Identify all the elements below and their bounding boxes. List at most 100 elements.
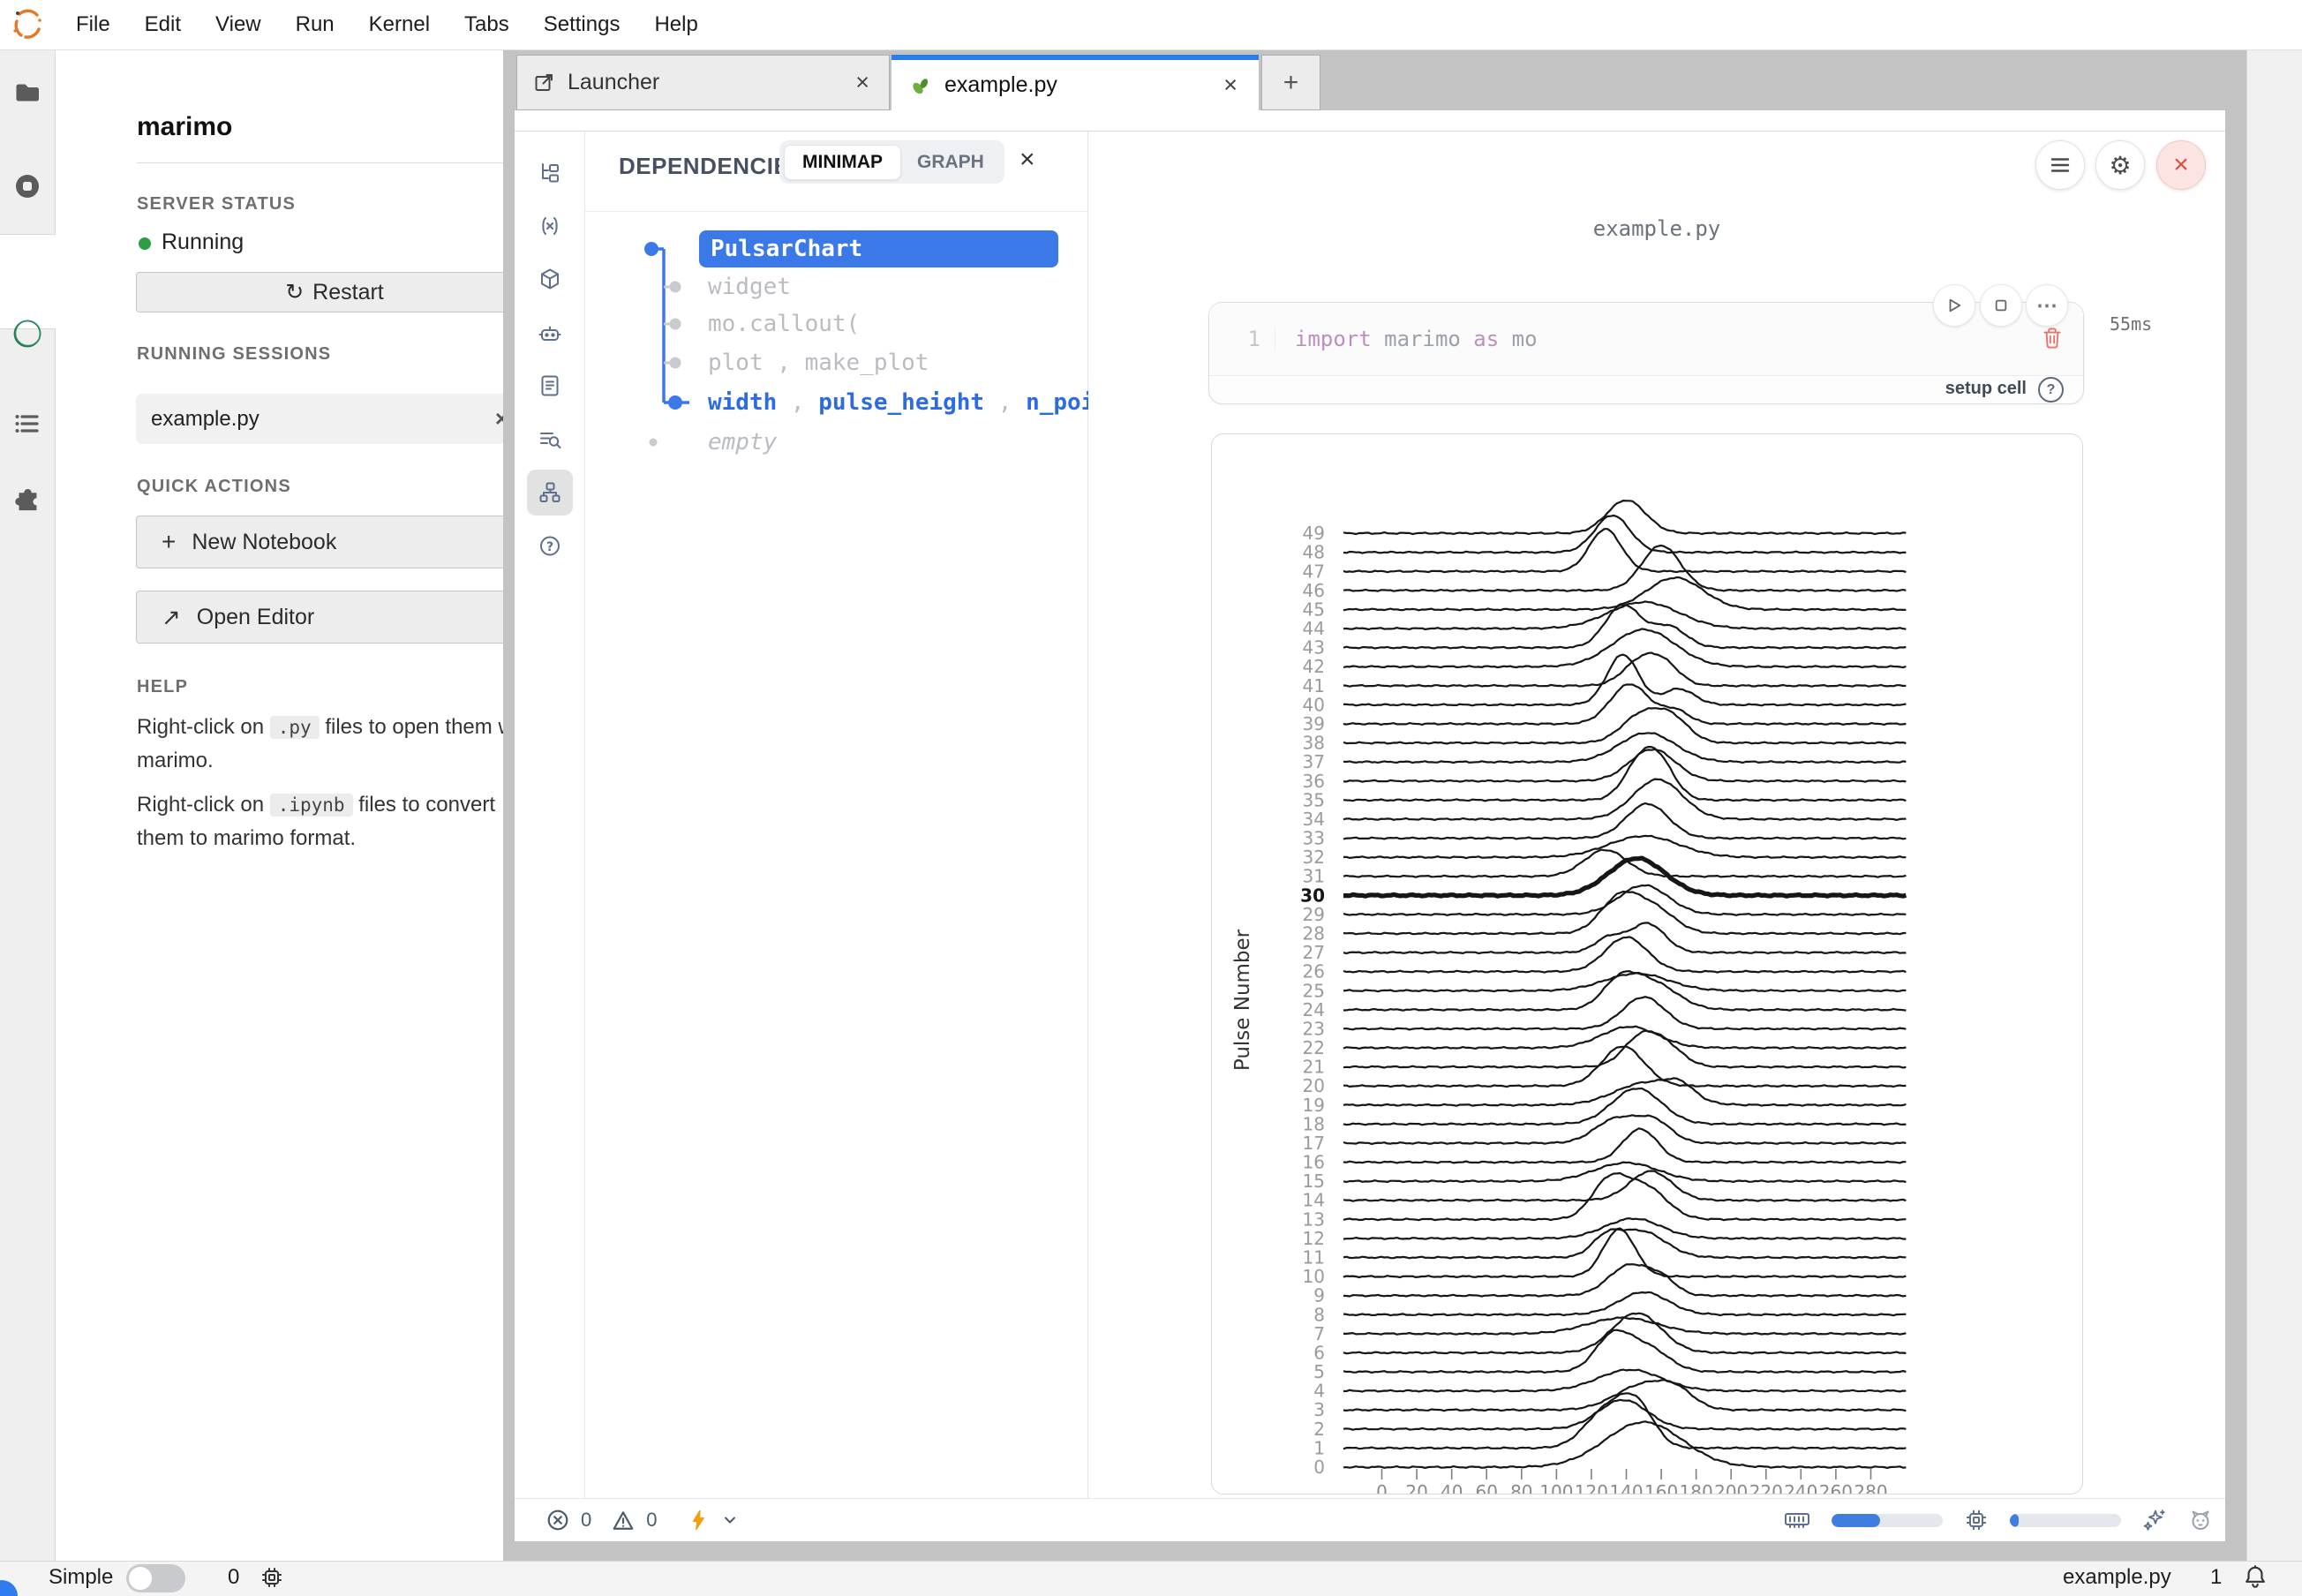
menu-items: File Edit View Run Kernel Tabs Settings Help — [76, 12, 698, 37]
workspace: Launcher × example.py × + — [503, 50, 2246, 1561]
y-tick-label: 3 — [1313, 1399, 1325, 1420]
restart-icon: ↻ — [285, 279, 304, 305]
pulse-line — [1343, 733, 1906, 763]
y-tick-label: 17 — [1303, 1133, 1325, 1154]
new-notebook-button[interactable]: + New Notebook — [136, 516, 533, 568]
y-tick-label: 4 — [1313, 1381, 1325, 1402]
y-tick-label: 12 — [1303, 1228, 1325, 1249]
files-icon[interactable] — [0, 78, 55, 106]
code-token: mo — [1512, 327, 1538, 351]
y-tick-label: 14 — [1303, 1190, 1325, 1211]
simple-mode-toggle[interactable] — [126, 1564, 185, 1592]
pulse-line — [1343, 1264, 1906, 1296]
close-tab-icon[interactable]: × — [855, 69, 869, 96]
warnings-icon[interactable] — [612, 1509, 635, 1532]
y-tick-label: 13 — [1303, 1208, 1325, 1230]
session-name: example.py — [151, 407, 260, 432]
session-list-item[interactable]: example.py × — [136, 394, 533, 444]
run-cell-button[interactable] — [1933, 284, 1975, 327]
cell-more-button[interactable]: ⋯ — [2026, 284, 2068, 327]
packages-icon[interactable] — [527, 256, 573, 302]
file-explorer-icon[interactable] — [527, 150, 573, 196]
help-icon[interactable]: ? — [527, 523, 573, 569]
bell-icon[interactable] — [2242, 1563, 2268, 1592]
logs-icon[interactable] — [527, 363, 573, 409]
setup-help-icon[interactable]: ? — [2038, 377, 2064, 403]
dependencies-icon[interactable] — [527, 470, 573, 516]
y-tick-label: 49 — [1303, 523, 1325, 544]
server-status-value: Running — [162, 230, 244, 255]
pulse-line — [1343, 803, 1906, 839]
close-icon: × — [2173, 150, 2189, 180]
ai-assistant-icon[interactable] — [527, 311, 573, 357]
snippets-search-icon[interactable] — [527, 417, 573, 463]
y-tick-label: 37 — [1303, 751, 1325, 772]
close-tab-icon[interactable]: × — [1223, 72, 1238, 99]
variables-icon[interactable] — [527, 203, 573, 249]
notebook-settings-button[interactable]: ⚙ — [2095, 140, 2145, 190]
y-tick-label: 19 — [1303, 1095, 1325, 1116]
notification-count: 1 — [2210, 1565, 2222, 1590]
svg-text:?: ? — [546, 540, 553, 554]
delete-cell-icon[interactable] — [2041, 326, 2064, 350]
tree-item-pulsarchart[interactable]: PulsarChart — [699, 230, 1058, 267]
y-tick-label: 27 — [1303, 942, 1325, 963]
plus-icon: + — [162, 528, 176, 556]
tree-item-width-pulse-height-n-poi[interactable]: width , pulse_height , n_poi — [708, 388, 1095, 417]
tree-item-mo-callout-[interactable]: mo.callout( — [708, 310, 860, 338]
ram-usage-meter — [1832, 1514, 1943, 1527]
bottom-status-bar: Simple 0 example.py 1 — [0, 1561, 2302, 1596]
tab-launcher[interactable]: Launcher × — [516, 55, 890, 110]
restart-button[interactable]: ↻ Restart — [136, 272, 533, 312]
x-tick-label: 180 — [1680, 1481, 1713, 1494]
tree-item-plot-make-plot[interactable]: plot , make_plot — [708, 349, 929, 377]
menu-item-file[interactable]: File — [76, 12, 110, 37]
pulse-line — [1343, 747, 1906, 801]
ai-sparkles-icon[interactable] — [2142, 1508, 2167, 1532]
open-editor-button[interactable]: ↗ Open Editor — [136, 591, 533, 644]
new-tab-button[interactable]: + — [1261, 55, 1320, 110]
tree-item-empty[interactable]: empty — [708, 428, 777, 456]
tab-label: Launcher — [568, 70, 659, 95]
running-kernels-icon[interactable] — [0, 172, 55, 200]
tab-example-py[interactable]: example.py × — [891, 55, 1259, 110]
pulse-line — [1343, 708, 1906, 743]
y-tick-label: 11 — [1303, 1247, 1325, 1269]
close-panel-icon[interactable]: × — [1019, 147, 1035, 173]
extensions-icon[interactable] — [0, 481, 55, 513]
menu-item-tabs[interactable]: Tabs — [464, 12, 509, 37]
notebook-menu-button[interactable] — [2035, 140, 2085, 190]
y-tick-label: 36 — [1303, 771, 1325, 792]
copilot-icon[interactable] — [2188, 1508, 2213, 1532]
graph-tab[interactable]: GRAPH — [901, 146, 1000, 179]
chevron-down-icon[interactable] — [721, 1511, 739, 1529]
x-tick-label: 240 — [1784, 1481, 1817, 1494]
minimap-tab[interactable]: MINIMAP — [784, 145, 901, 180]
shutdown-button[interactable]: × — [2156, 140, 2206, 190]
menu-item-kernel[interactable]: Kernel — [369, 12, 430, 37]
run-mode-bolt-icon[interactable] — [688, 1509, 710, 1532]
menu-item-view[interactable]: View — [215, 12, 261, 37]
stop-cell-button[interactable] — [1980, 284, 2022, 327]
menu-item-help[interactable]: Help — [654, 12, 697, 37]
pulse-line — [1343, 1229, 1906, 1278]
marimo-spinner-icon[interactable] — [0, 317, 55, 350]
y-tick-label: 21 — [1303, 1057, 1325, 1078]
menu-item-settings[interactable]: Settings — [544, 12, 621, 37]
y-tick-label: 23 — [1303, 1018, 1325, 1039]
y-tick-label: 26 — [1303, 961, 1325, 982]
table-of-contents-icon[interactable] — [0, 409, 55, 439]
simple-mode-label: Simple — [49, 1565, 113, 1590]
errors-icon[interactable] — [546, 1509, 569, 1532]
pulse-line — [1343, 529, 1906, 572]
y-tick-label: 44 — [1303, 618, 1325, 639]
menu-item-run[interactable]: Run — [296, 12, 335, 37]
menu-item-edit[interactable]: Edit — [145, 12, 181, 37]
y-tick-label: 1 — [1313, 1437, 1325, 1458]
pulse-line — [1343, 1218, 1906, 1239]
setup-cell-label: setup cell — [1945, 379, 2027, 399]
y-tick-label: 43 — [1303, 637, 1325, 659]
tree-item-widget[interactable]: widget — [708, 273, 791, 301]
y-tick-label: 30 — [1300, 885, 1325, 906]
notebook-panel: ⚙ × example.py 1 import marimo as mo — [1088, 132, 2225, 1498]
